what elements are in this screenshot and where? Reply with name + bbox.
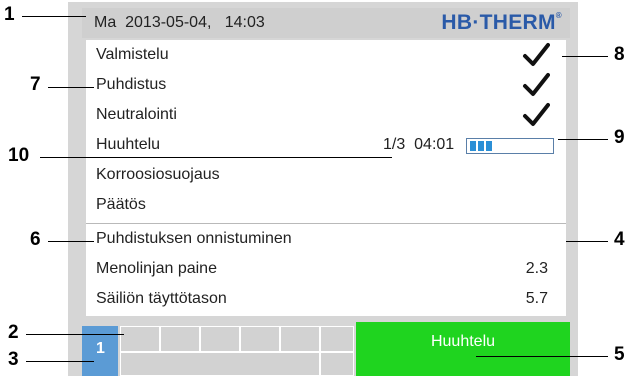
- progress-segment: [470, 141, 476, 151]
- bottom-bar: 1 Huuhtelu: [82, 322, 570, 376]
- step-label: Huuhtelu: [96, 136, 161, 153]
- status-cell: [320, 352, 354, 376]
- step-cycle-time: 1/3 04:01: [383, 136, 454, 154]
- callout-line-4: [566, 241, 608, 242]
- checkmark-icon: [523, 73, 550, 96]
- callout-line-8: [562, 56, 608, 57]
- callout-line-9: [558, 139, 608, 140]
- checkmark-icon: [523, 103, 550, 126]
- status-cell: [320, 326, 354, 352]
- results-title: Puhdistuksen onnistuminen: [96, 230, 292, 247]
- status-cell: [240, 326, 280, 352]
- status-cell: [160, 326, 200, 352]
- callout-5: 5: [614, 344, 625, 365]
- callout-line-3: [26, 361, 94, 362]
- result-value: 2.3: [525, 260, 548, 277]
- callout-7: 7: [30, 74, 41, 95]
- result-row-sailion-tayttotason: Säiliön täyttötason 5.7: [86, 284, 566, 315]
- callout-2: 2: [8, 322, 19, 343]
- status-cell: [280, 326, 320, 352]
- step-row-korroosiosuojaus: Korroosiosuojaus: [86, 160, 566, 191]
- step-row-neutralointi: Neutralointi: [86, 100, 566, 131]
- mode-button-label: Huuhtelu: [430, 333, 496, 350]
- callout-4: 4: [614, 229, 625, 250]
- progress-segment: [478, 141, 484, 151]
- status-cell: [200, 326, 240, 352]
- result-label: Säiliön täyttötason: [96, 290, 227, 307]
- callout-line-7: [48, 87, 94, 88]
- address-number: 1: [96, 340, 105, 357]
- callout-line-6: [48, 241, 94, 242]
- step-label: Korroosiosuojaus: [96, 166, 220, 183]
- result-row-menolinjan-paine: Menolinjan paine 2.3: [86, 254, 566, 285]
- step-label: Puhdistus: [96, 76, 167, 93]
- brand-logo: HB·THERM®: [441, 11, 562, 34]
- callout-line-2: [26, 334, 124, 335]
- callout-1: 1: [4, 4, 15, 25]
- step-progress-bar: [466, 138, 554, 154]
- callout-line-5: [476, 356, 608, 357]
- step-row-paatos: Päätös: [86, 190, 566, 221]
- callout-6: 6: [30, 229, 41, 250]
- status-header: Ma 2013-05-04, 14:03 HB·THERM®: [82, 8, 570, 38]
- status-cell: [120, 352, 320, 376]
- step-time: 04:01: [414, 136, 455, 153]
- callout-line-1: [22, 16, 86, 17]
- step-row-puhdistus: Puhdistus: [86, 70, 566, 101]
- step-label: Päätös: [96, 196, 146, 213]
- result-label: Menolinjan paine: [96, 260, 217, 277]
- results-title-row: Puhdistuksen onnistuminen: [86, 224, 566, 255]
- checkmark-icon: [523, 43, 550, 66]
- mode-button-huuhtelu[interactable]: Huuhtelu: [356, 322, 570, 376]
- registered-mark: ®: [555, 11, 562, 20]
- callout-10: 10: [8, 145, 30, 166]
- progress-segment: [486, 141, 492, 151]
- callout-8: 8: [614, 44, 625, 65]
- status-cell: [120, 326, 160, 352]
- callout-9: 9: [614, 127, 625, 148]
- step-cycle: 1/3: [383, 136, 406, 153]
- step-label: Valmistelu: [96, 46, 169, 63]
- callout-line-10: [40, 157, 392, 158]
- step-row-valmistelu: Valmistelu: [86, 40, 566, 71]
- program-panel: Valmistelu Puhdistus Neutralointi Huuhte…: [86, 40, 566, 316]
- callout-3: 3: [8, 349, 19, 370]
- result-value: 5.7: [525, 290, 548, 307]
- date-time: Ma 2013-05-04, 14:03: [94, 14, 265, 31]
- step-label: Neutralointi: [96, 106, 177, 123]
